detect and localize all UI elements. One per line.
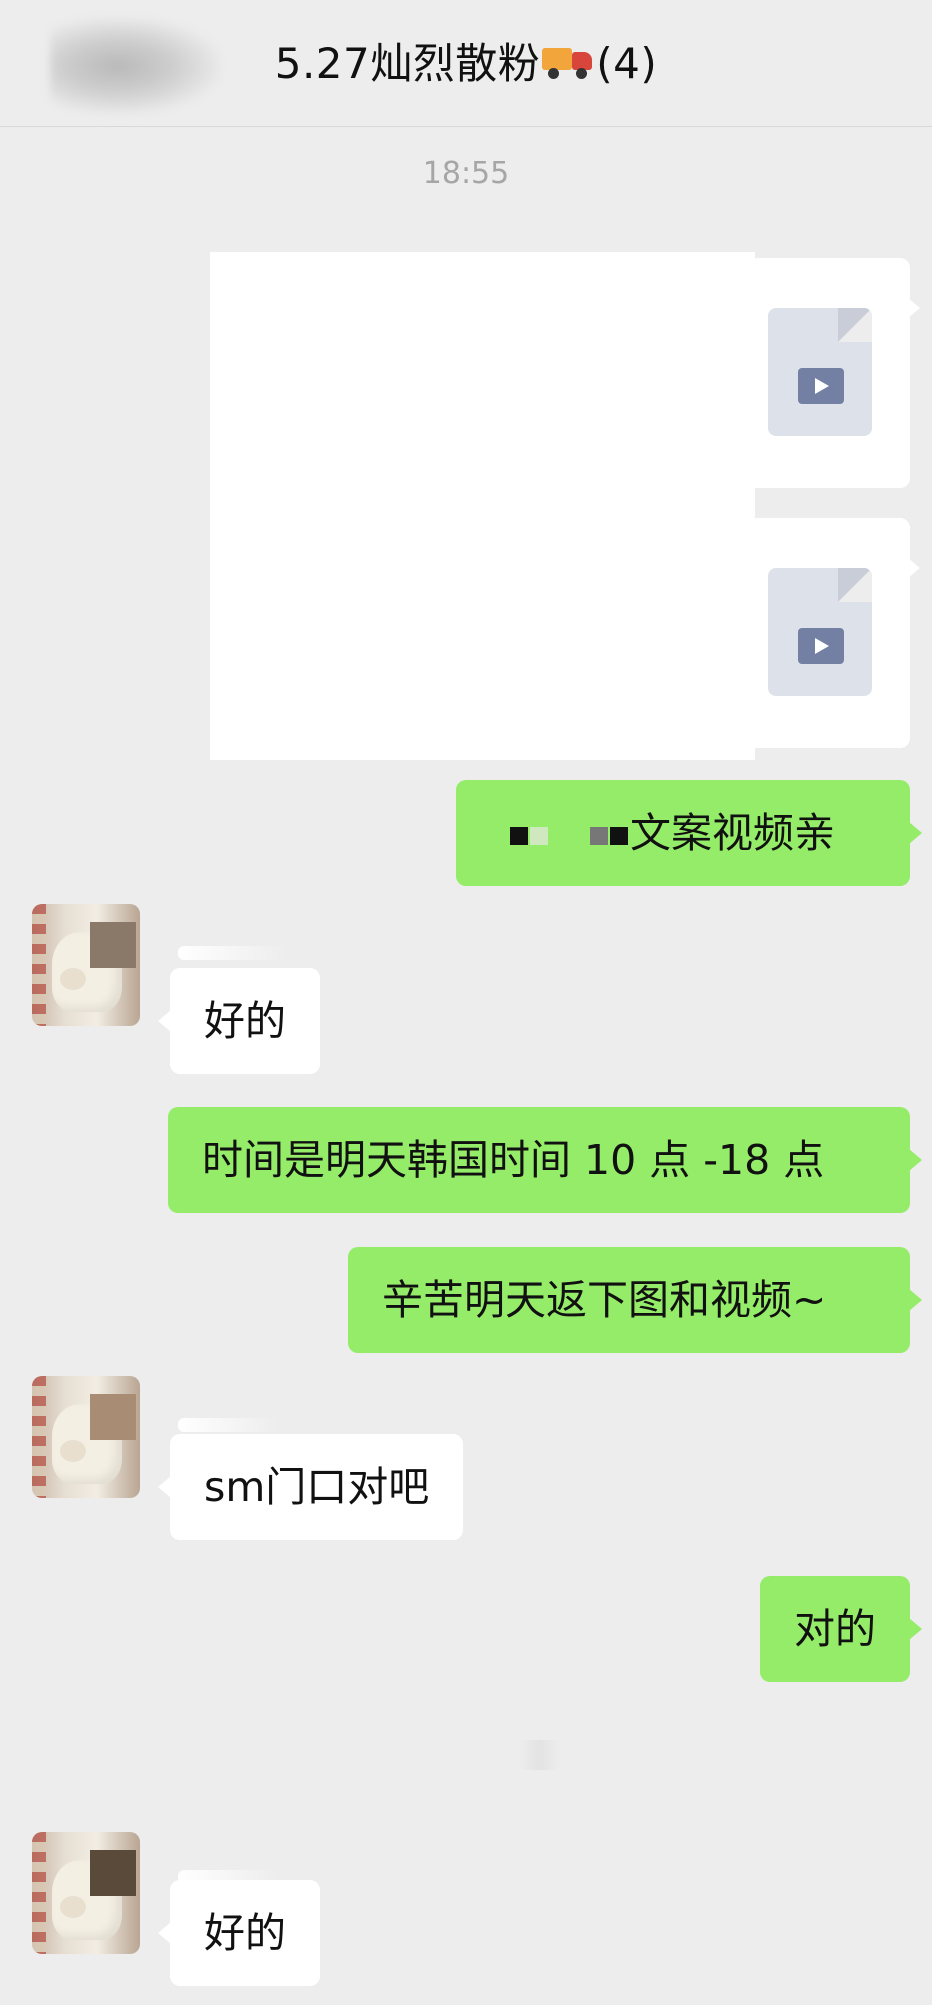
- sender-name: [178, 1418, 278, 1432]
- message-text: 时间是明天韩国时间 10 点 -18 点: [202, 1136, 825, 1184]
- chat-screen: 5.27灿烈散粉 (4) 18:55 文案视频亲 好的 时间是明天韩国时间 10 …: [0, 0, 932, 2005]
- video-file-icon: [768, 308, 872, 436]
- message-text: 好的: [204, 1909, 286, 1957]
- sender-name: [178, 946, 288, 960]
- redacted-mark: [610, 827, 628, 845]
- chat-title-text: 5.27灿烈散粉: [274, 39, 541, 88]
- video-messages-area: [210, 252, 755, 760]
- redacted-mark: [510, 827, 528, 845]
- other-message-bubble[interactable]: 好的: [158, 1880, 320, 1986]
- my-message-bubble[interactable]: 文案视频亲: [456, 780, 922, 886]
- redacted-mark: [590, 827, 608, 845]
- video-file-icon: [768, 568, 872, 696]
- message-timestamp: 18:55: [422, 156, 510, 191]
- message-text: sm门口对吧: [204, 1463, 430, 1511]
- message-text: 文案视频亲: [630, 809, 835, 857]
- other-message-bubble[interactable]: sm门口对吧: [157, 1434, 464, 1540]
- contact-avatar[interactable]: [32, 1832, 140, 1954]
- redacted-mark: [530, 827, 548, 845]
- other-message-bubble[interactable]: 好的: [158, 968, 320, 1074]
- chat-header: 5.27灿烈散粉 (4): [0, 0, 932, 127]
- video-file-message[interactable]: [748, 518, 920, 748]
- message-text: 辛苦明天返下图和视频~: [382, 1276, 827, 1324]
- delivery-truck-icon: [542, 42, 594, 84]
- my-message-bubble[interactable]: 时间是明天韩国时间 10 点 -18 点: [168, 1107, 922, 1213]
- video-file-message[interactable]: [748, 258, 920, 488]
- play-icon: [798, 368, 844, 404]
- message-text: 对的: [794, 1605, 876, 1653]
- member-count: (4): [596, 39, 658, 88]
- chat-title[interactable]: 5.27灿烈散粉 (4): [0, 30, 932, 91]
- play-icon: [798, 628, 844, 664]
- my-message-bubble[interactable]: 对的: [760, 1576, 922, 1682]
- message-text: 好的: [204, 997, 286, 1045]
- contact-avatar[interactable]: [32, 1376, 140, 1498]
- contact-avatar[interactable]: [32, 904, 140, 1026]
- blurred-system-notice: [520, 1740, 560, 1770]
- my-message-bubble[interactable]: 辛苦明天返下图和视频~: [348, 1247, 922, 1353]
